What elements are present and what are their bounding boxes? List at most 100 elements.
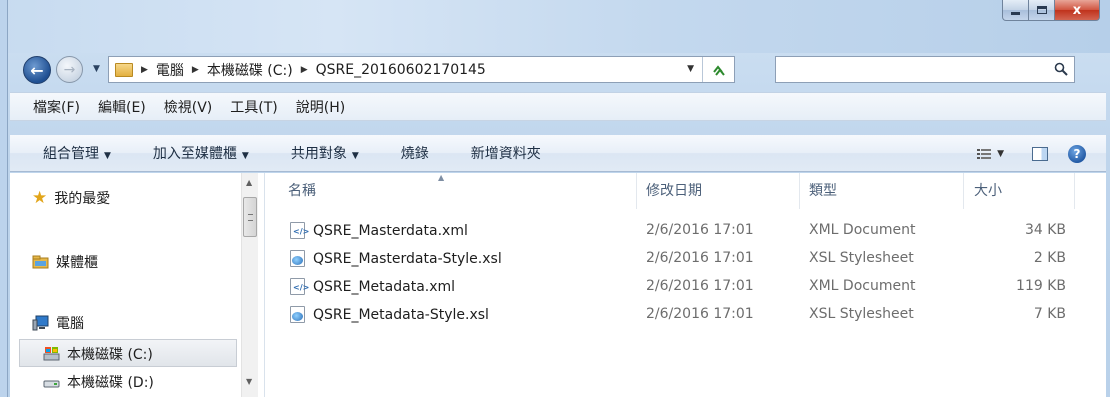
breadcrumb-drive-c[interactable]: 本機磁碟 (C:) [207,60,293,80]
breadcrumb-folder[interactable]: QSRE_20160602170145 [316,62,486,78]
explorer-content: ★ 我的最愛 媒體櫃 電腦 本機磁碟 (C:) 本機磁碟 (D:) ▲ ▼ ▲ … [10,173,1106,397]
table-row[interactable]: QSRE_Metadata-Style.xsl 2/6/2016 17:01 X… [266,302,1106,328]
scroll-down-icon[interactable]: ▼ [246,377,252,386]
xsl-file-icon [290,250,305,267]
include-in-library-label: 加入至媒體櫃 [152,146,237,162]
organize-label: 組合管理 [43,146,99,162]
library-icon [32,255,49,269]
file-name: QSRE_Metadata.xml [313,278,456,295]
minimize-icon [1011,11,1020,15]
menu-file[interactable]: 檔案(F) [33,97,80,117]
title-bar[interactable] [0,0,1110,53]
table-row[interactable]: </> QSRE_Metadata.xml 2/6/2016 17:01 XML… [266,274,1106,300]
sort-ascending-icon: ▲ [438,173,445,182]
nav-scrollbar[interactable]: ▲ ▼ [241,173,258,397]
view-options-icon[interactable] [977,148,992,160]
breadcrumb-separator-icon[interactable]: ▶ [301,65,308,75]
nav-item-label: 我的最愛 [54,191,111,207]
search-input[interactable] [775,56,1075,83]
navigation-pane: ★ 我的最愛 媒體櫃 電腦 本機磁碟 (C:) 本機磁碟 (D:) ▲ ▼ [10,173,265,397]
table-row[interactable]: </> QSRE_Masterdata.xml 2/6/2016 17:01 X… [266,218,1106,244]
system-drive-icon [43,347,60,361]
file-name-cell: QSRE_Masterdata-Style.xsl [290,250,502,267]
scroll-up-icon[interactable]: ▲ [246,178,252,187]
star-icon: ★ [32,188,48,208]
organize-button[interactable]: 組合管理 ▼ [43,143,111,163]
scroll-thumb[interactable] [243,197,257,237]
folder-icon [115,62,133,77]
column-header-size[interactable]: 大小 [974,180,1002,200]
preview-pane-icon[interactable] [1032,146,1048,161]
search-icon[interactable] [1054,62,1068,76]
column-headers: ▲ 名稱 修改日期 類型 大小 [266,173,1106,209]
column-header-name[interactable]: 名稱 [288,180,316,200]
dropdown-arrow-icon: ▼ [241,151,249,161]
column-header-type[interactable]: 類型 [809,180,837,200]
help-icon[interactable]: ? [1068,144,1086,163]
command-bar: 組合管理 ▼ 加入至媒體櫃 ▼ 共用對象 ▼ 燒錄 新增資料夾 ▼ ? [10,135,1106,172]
file-name-cell: </> QSRE_Metadata.xml [290,278,455,295]
share-with-label: 共用對象 [290,146,347,162]
maximize-icon [1036,6,1047,14]
maximize-button[interactable] [1029,0,1055,21]
nav-item-drive-c[interactable]: 本機磁碟 (C:) [43,344,153,364]
grip-icon [248,214,253,221]
nav-item-label: 本機磁碟 (C:) [67,347,153,363]
nav-item-drive-d[interactable]: 本機磁碟 (D:) [43,372,154,392]
minimize-button[interactable] [1002,0,1029,21]
file-name: QSRE_Metadata-Style.xsl [313,306,489,323]
burn-button[interactable]: 燒錄 [401,143,429,163]
forward-arrow-icon: → [63,61,76,78]
back-button[interactable]: ← [23,56,51,84]
command-bar-right: ▼ ? [977,135,1106,172]
nav-item-libraries[interactable]: 媒體櫃 [32,252,98,272]
file-type: XML Document [809,278,916,294]
window-border [0,0,8,397]
menu-tools[interactable]: 工具(T) [230,97,277,117]
menu-edit[interactable]: 編輯(E) [98,97,146,117]
nav-item-label: 電腦 [56,316,84,332]
column-divider[interactable] [799,173,800,209]
file-size: 7 KB [1033,306,1066,322]
file-date: 2/6/2016 17:01 [646,222,754,238]
xml-file-icon: </> [290,222,309,239]
address-bar[interactable]: ▶ 電腦 ▶ 本機磁碟 (C:) ▶ QSRE_20160602170145 ▼ [108,56,735,83]
file-name-cell: QSRE_Metadata-Style.xsl [290,306,489,323]
menu-help[interactable]: 說明(H) [296,97,345,117]
share-with-button[interactable]: 共用對象 ▼ [291,143,359,163]
column-divider[interactable] [1074,173,1075,209]
nav-item-computer[interactable]: 電腦 [32,313,84,333]
address-history-dropdown[interactable]: ▼ [687,64,694,74]
breadcrumb-separator-icon[interactable]: ▶ [192,65,199,75]
column-divider[interactable] [636,173,637,209]
breadcrumb-computer[interactable]: 電腦 [156,60,184,80]
nav-item-favorites[interactable]: ★ 我的最愛 [32,188,110,208]
menu-view[interactable]: 檢視(V) [164,97,213,117]
nav-item-label: 本機磁碟 (D:) [67,375,154,391]
view-options-dropdown[interactable]: ▼ [997,149,1004,159]
file-name: QSRE_Masterdata.xml [313,222,468,239]
menu-bar: 檔案(F) 編輯(E) 檢視(V) 工具(T) 說明(H) [10,92,1106,121]
column-divider[interactable] [963,173,964,209]
file-size: 34 KB [1024,222,1066,238]
computer-icon [32,315,49,331]
file-date: 2/6/2016 17:01 [646,278,754,294]
file-size: 2 KB [1033,250,1066,266]
file-type: XSL Stylesheet [809,250,914,266]
breadcrumb-separator-icon[interactable]: ▶ [141,65,148,75]
file-date: 2/6/2016 17:01 [646,306,754,322]
caption-buttons: x [1002,0,1100,22]
dropdown-arrow-icon: ▼ [351,151,359,161]
file-type: XML Document [809,222,916,238]
refresh-icon [712,64,725,76]
recent-pages-dropdown[interactable]: ▼ [93,64,103,76]
new-folder-button[interactable]: 新增資料夾 [471,143,541,163]
refresh-button[interactable] [702,57,734,82]
close-button[interactable]: x [1055,0,1100,21]
table-row[interactable]: QSRE_Masterdata-Style.xsl 2/6/2016 17:01… [266,246,1106,272]
file-date: 2/6/2016 17:01 [646,250,754,266]
nav-item-label: 媒體櫃 [56,255,98,271]
include-in-library-button[interactable]: 加入至媒體櫃 ▼ [153,143,249,163]
forward-button[interactable]: → [56,56,83,83]
column-header-date[interactable]: 修改日期 [646,180,702,200]
